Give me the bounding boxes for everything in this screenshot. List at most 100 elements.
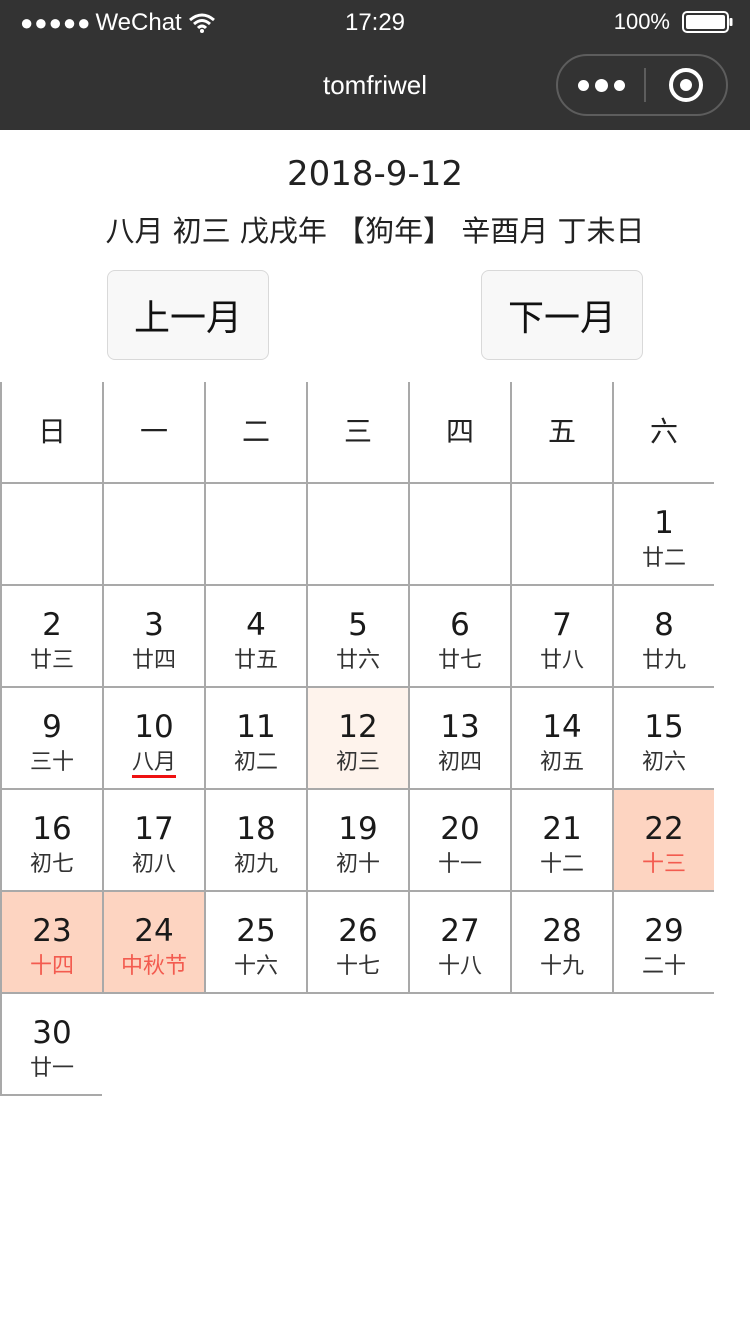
menu-capsule [556,54,728,116]
day-cell[interactable]: 22 十三 [612,790,714,892]
solar-day: 13 [440,709,480,745]
status-right: 100% [614,9,734,35]
day-cell[interactable]: 14 初五 [510,688,612,790]
lunar-day: 十四 [29,954,74,979]
solar-day: 9 [42,709,62,745]
status-bar: ●●●●● WeChat 17:29 100% [0,0,750,44]
close-button[interactable] [646,56,726,114]
lunar-day: 廿四 [131,648,176,673]
solar-day: 29 [644,913,684,949]
day-cell[interactable]: 24 中秋节 [102,892,204,994]
day-cell[interactable]: 16 初七 [0,790,102,892]
day-cell[interactable]: 6 廿七 [408,586,510,688]
next-month-button[interactable]: 下一月 [481,270,643,360]
day-cell[interactable]: 17 初八 [102,790,204,892]
lunar-day: 廿九 [641,648,686,673]
lunar-day: 十六 [233,954,278,979]
weekday-header: 一 [102,382,204,484]
solar-day: 6 [450,607,470,643]
solar-day: 10 [134,709,174,745]
lunar-day: 廿七 [437,648,482,673]
day-cell[interactable]: 21 十二 [510,790,612,892]
weekday-header: 四 [408,382,510,484]
day-cell[interactable]: 12 初三 [306,688,408,790]
solar-day: 23 [32,913,72,949]
lunar-day: 初四 [437,750,482,775]
day-cell[interactable]: 11 初二 [204,688,306,790]
empty-day-cell [0,484,102,586]
day-cell[interactable]: 7 廿八 [510,586,612,688]
lunar-day: 初二 [233,750,278,775]
weekday-header: 日 [0,382,102,484]
lunar-day: 初五 [539,750,584,775]
lunar-month-start: 八月 [131,750,176,775]
lunar-day: 廿八 [539,648,584,673]
day-cell[interactable]: 18 初九 [204,790,306,892]
day-cell[interactable]: 20 十一 [408,790,510,892]
lunar-day: 廿三 [29,648,74,673]
close-target-icon [669,68,703,102]
solar-day: 4 [246,607,266,643]
prev-month-button[interactable]: 上一月 [107,270,269,360]
solar-day: 25 [236,913,276,949]
day-cell[interactable]: 29 二十 [612,892,714,994]
solar-day: 8 [654,607,674,643]
weekday-header: 六 [612,382,714,484]
day-cell[interactable]: 19 初十 [306,790,408,892]
empty-day-cell [102,484,204,586]
lunar-day: 初十 [335,852,380,877]
lunar-day: 廿五 [233,648,278,673]
lunar-day: 廿六 [335,648,380,673]
solar-day: 19 [338,811,378,847]
solar-day: 16 [32,811,72,847]
lunar-day: 十二 [539,852,584,877]
solar-day: 11 [236,709,276,745]
more-dot-icon [594,78,608,92]
solar-day: 12 [338,709,378,745]
empty-day-cell [204,484,306,586]
day-cell[interactable]: 27 十八 [408,892,510,994]
day-cell[interactable]: 15 初六 [612,688,714,790]
lunar-day: 廿一 [29,1056,74,1081]
solar-day: 18 [236,811,276,847]
solar-day: 3 [144,607,164,643]
empty-day-cell [510,484,612,586]
weekday-header: 五 [510,382,612,484]
day-cell[interactable]: 9 三十 [0,688,102,790]
lunar-day: 廿二 [641,546,686,571]
day-cell[interactable]: 13 初四 [408,688,510,790]
solar-day: 20 [440,811,480,847]
lunar-day: 初三 [335,750,380,775]
day-cell[interactable]: 4 廿五 [204,586,306,688]
nav-bar: tomfriwel [0,44,750,130]
lunar-day: 二十 [641,954,686,979]
empty-day-cell [306,484,408,586]
solar-day: 28 [542,913,582,949]
weekday-header: 三 [306,382,408,484]
day-cell[interactable]: 25 十六 [204,892,306,994]
current-date: 2018-9-12 [287,154,463,194]
day-cell[interactable]: 2 廿三 [0,586,102,688]
day-cell[interactable]: 5 廿六 [306,586,408,688]
day-cell[interactable]: 3 廿四 [102,586,204,688]
lunar-day: 初九 [233,852,278,877]
lunar-day: 初七 [29,852,74,877]
day-cell[interactable]: 10 八月 [102,688,204,790]
day-cell[interactable]: 26 十七 [306,892,408,994]
solar-day: 22 [644,811,684,847]
solar-day: 14 [542,709,582,745]
lunar-day: 初六 [641,750,686,775]
day-cell[interactable]: 30 廿一 [0,994,102,1096]
solar-day: 5 [348,607,368,643]
day-cell[interactable]: 8 廿九 [612,586,714,688]
day-cell[interactable]: 28 十九 [510,892,612,994]
lunar-date-info: 八月 初三 戊戌年 【狗年】 辛酉月 丁未日 [105,214,645,248]
day-cell[interactable]: 23 十四 [0,892,102,994]
more-button[interactable] [558,56,644,114]
solar-day: 7 [552,607,572,643]
lunar-day: 十一 [437,852,482,877]
battery-icon [682,11,733,33]
day-cell[interactable]: 1 廿二 [612,484,714,586]
lunar-day: 中秋节 [120,954,187,979]
solar-day: 26 [338,913,378,949]
